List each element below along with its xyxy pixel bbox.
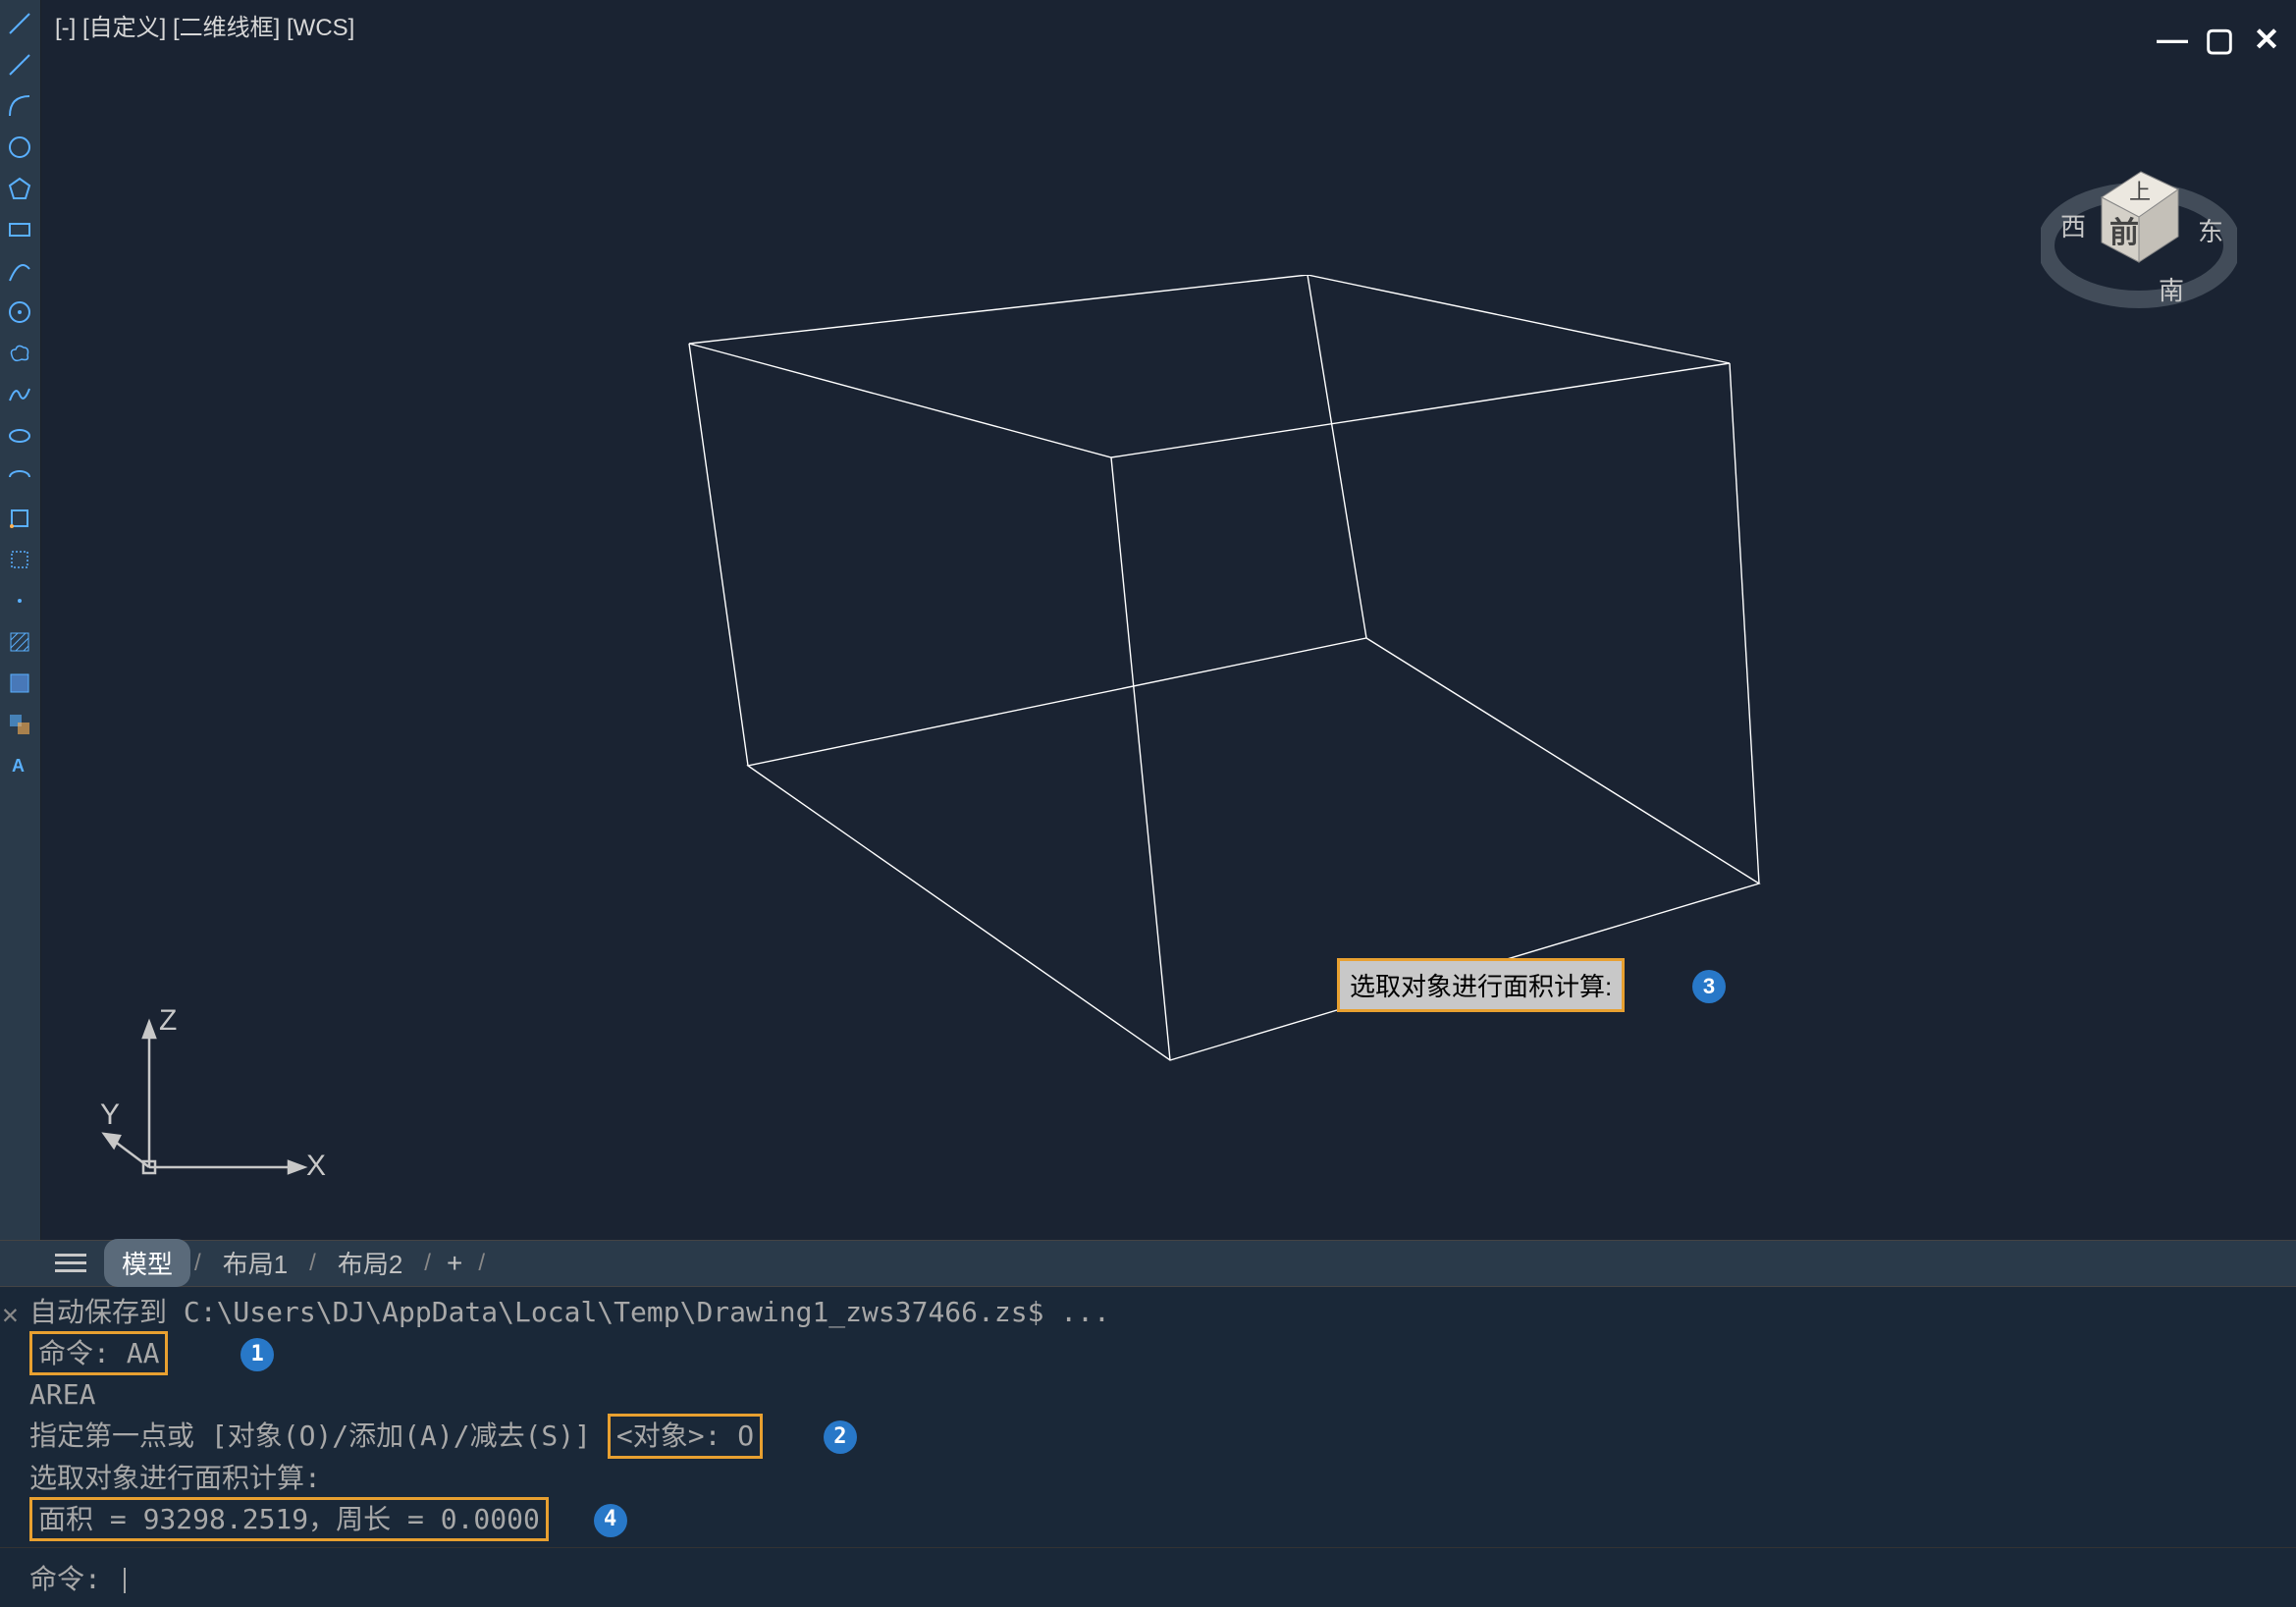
history-prompt-text: 指定第一点或 [对象(O)/添加(A)/减去(S)] xyxy=(29,1420,591,1452)
viewcube-top-label: 上 xyxy=(2129,180,2151,204)
history-select-prompt: 选取对象进行面积计算: xyxy=(29,1459,2296,1497)
viewcube-front-label: 前 xyxy=(2109,217,2139,249)
ellipse-tool[interactable] xyxy=(0,416,39,455)
history-area-result: 面积 = 93298.2519，周长 = 0.0000 xyxy=(29,1497,549,1541)
ucs-z-label: Z xyxy=(159,1004,177,1037)
maximize-button[interactable]: ▢ xyxy=(2200,24,2239,55)
polyline-tool[interactable] xyxy=(0,45,39,84)
viewport-label: [-] [自定义] [二维线框] [WCS] xyxy=(55,8,354,42)
close-history-icon[interactable]: ✕ xyxy=(2,1295,19,1333)
arc-tool[interactable] xyxy=(0,86,39,126)
viewcube-west-label: 西 xyxy=(2060,212,2086,241)
command-prompt-label: 命令: xyxy=(29,1563,101,1595)
hatch-tool[interactable] xyxy=(0,622,39,662)
tab-layout2[interactable]: 布局2 xyxy=(320,1239,420,1287)
drawing-viewport[interactable]: [-] [自定义] [二维线框] [WCS] — ▢ ✕ 西 东 南 上 xyxy=(41,0,2296,1240)
ucs-y-label: Y xyxy=(100,1098,120,1131)
minimize-button[interactable]: — xyxy=(2153,24,2192,55)
gradient-tool[interactable] xyxy=(0,664,39,703)
view-cube[interactable]: 西 东 南 上 前 xyxy=(2041,137,2237,334)
rectangle-tool[interactable] xyxy=(0,210,39,249)
command-history-panel: ✕ 自动保存到 C:\Users\DJ\AppData\Local\Temp\D… xyxy=(0,1287,2296,1547)
add-layout-button[interactable]: + xyxy=(435,1248,474,1279)
donut-tool[interactable] xyxy=(0,293,39,332)
callout-2: 2 xyxy=(824,1420,857,1454)
viewcube-east-label: 东 xyxy=(2198,217,2223,246)
viewcube-south-label: 南 xyxy=(2159,276,2184,305)
menu-icon[interactable] xyxy=(55,1248,86,1279)
draw-toolbar: A xyxy=(0,0,41,1240)
circle-tool[interactable] xyxy=(0,128,39,167)
spline-tool[interactable] xyxy=(0,375,39,414)
ellipse-arc-tool[interactable] xyxy=(0,457,39,497)
history-object-input: <对象>: O xyxy=(608,1414,763,1458)
callout-1: 1 xyxy=(240,1338,274,1371)
revcloud-tool[interactable] xyxy=(0,334,39,373)
callout-3: 3 xyxy=(1692,970,1726,1003)
tab-layout1[interactable]: 布局1 xyxy=(205,1239,305,1287)
line-tool[interactable] xyxy=(0,4,39,43)
tab-model[interactable]: 模型 xyxy=(104,1239,190,1287)
history-autosave-line: 自动保存到 C:\Users\DJ\AppData\Local\Temp\Dra… xyxy=(29,1293,2296,1331)
close-button[interactable]: ✕ xyxy=(2247,24,2286,55)
ucs-axis-indicator: Z X Y xyxy=(100,1000,336,1197)
window-controls: — ▢ ✕ xyxy=(2153,24,2286,55)
region-tool[interactable] xyxy=(0,705,39,744)
text-tool[interactable]: A xyxy=(0,746,39,785)
ucs-x-label: X xyxy=(306,1150,326,1182)
command-input-bar[interactable]: 命令: xyxy=(0,1547,2296,1607)
polygon-tool[interactable] xyxy=(0,169,39,208)
svg-text:A: A xyxy=(12,756,25,776)
point-tool[interactable] xyxy=(0,581,39,620)
input-caret xyxy=(124,1568,126,1593)
callout-4: 4 xyxy=(594,1504,627,1537)
history-area-line: AREA xyxy=(29,1375,2296,1414)
cursor-tooltip: 选取对象进行面积计算: xyxy=(1337,958,1625,1012)
block2-tool[interactable] xyxy=(0,540,39,579)
layout-tabs-bar: 模型 / 布局1 / 布局2 / + / xyxy=(0,1240,2296,1287)
block-tool[interactable] xyxy=(0,499,39,538)
arc2-tool[interactable] xyxy=(0,251,39,291)
history-cmd-aa: 命令: AA xyxy=(29,1331,168,1375)
